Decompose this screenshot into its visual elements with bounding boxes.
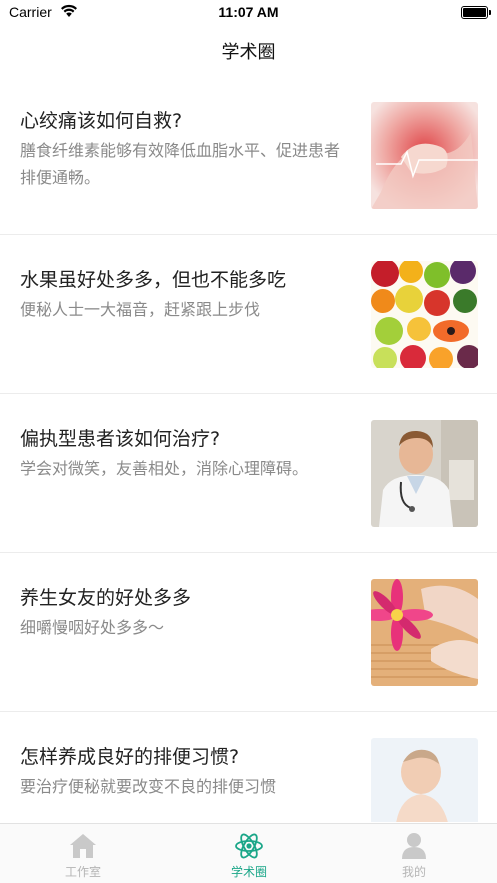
article-summary: 膳食纤维素能够有效降低血脂水平、促进患者排便通畅。 (20, 141, 341, 187)
article-title: 偏执型患者该如何治疗? (20, 428, 221, 450)
tab-label: 学术圈 (230, 865, 267, 879)
tab-label: 工作室 (64, 865, 101, 879)
article-list[interactable]: 心绞痛该如何自救? 膳食纤维素能够有效降低血脂水平、促进患者排便通畅。 水果虽好… (0, 76, 497, 822)
article-item[interactable]: 水果虽好处多多，但也不能多吃 便秘人士一大福音，赶紧跟上步伐 (0, 235, 497, 394)
article-item[interactable]: 养生女友的好处多多 细嚼慢咽好处多多～ (0, 553, 497, 712)
doctor-thumbnail (371, 420, 478, 527)
battery-icon (461, 6, 491, 19)
article-title: 水果虽好处多多，但也不能多吃 (20, 269, 287, 291)
person-icon (402, 833, 426, 859)
article-item[interactable]: 怎样养成良好的排便习惯? 要治疗便秘就要改变不良的排便习惯 (0, 712, 497, 822)
tab-label: 我的 (401, 865, 426, 879)
article-item[interactable]: 心绞痛该如何自救? 膳食纤维素能够有效降低血脂水平、促进患者排便通畅。 (0, 76, 497, 235)
article-item[interactable]: 偏执型患者该如何治疗? 学会对微笑，友善相处，消除心理障碍。 (0, 394, 497, 553)
home-icon (70, 834, 96, 858)
page-title: 学术圈 (221, 42, 276, 63)
tab-mine[interactable]: 我的 (331, 824, 497, 883)
baby-thumbnail (371, 738, 478, 822)
article-summary: 便秘人士一大福音，赶紧跟上步伐 (20, 300, 261, 319)
clock: 11:07 AM (218, 4, 279, 20)
article-title: 养生女友的好处多多 (20, 587, 192, 609)
tab-studio[interactable]: 工作室 (0, 824, 166, 883)
status-bar: Carrier 11:07 AM (0, 0, 497, 26)
spa-flower-thumbnail (371, 579, 478, 686)
chest-pain-thumbnail (371, 102, 478, 209)
tab-bar: 工作室 学术圈 我的 (0, 823, 497, 883)
article-title: 怎样养成良好的排便习惯? (20, 746, 240, 768)
article-summary: 学会对微笑，友善相处，消除心理障碍。 (20, 459, 309, 478)
atom-icon (235, 833, 263, 859)
article-summary: 要治疗便秘就要改变不良的排便习惯 (20, 777, 277, 796)
fruit-thumbnail (371, 261, 478, 368)
article-title: 心绞痛该如何自救? (20, 110, 183, 132)
article-summary: 细嚼慢咽好处多多～ (20, 618, 165, 637)
tab-academic-circle[interactable]: 学术圈 (166, 824, 332, 883)
navigation-bar: 学术圈 (0, 26, 497, 74)
